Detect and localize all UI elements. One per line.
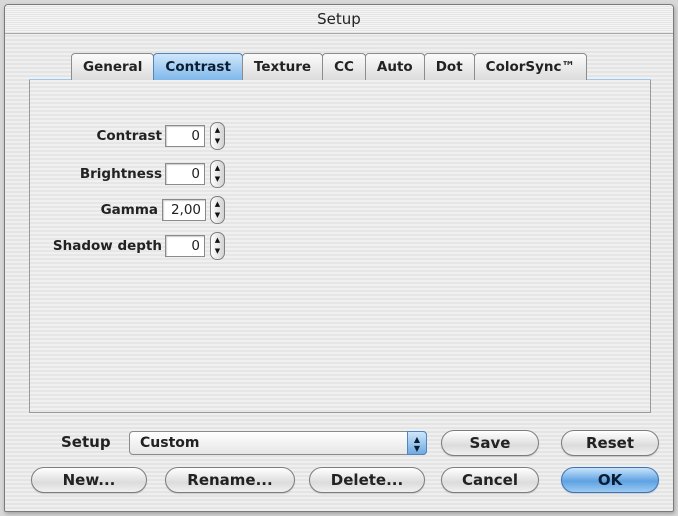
setup-popup-value: Custom <box>140 435 200 451</box>
setup-label: Setup <box>61 433 111 451</box>
contrast-label: Contrast <box>96 128 162 144</box>
tab-cc[interactable]: CC <box>322 53 366 80</box>
ok-button[interactable]: OK <box>561 467 659 493</box>
gamma-stepper[interactable]: ▲ ▼ <box>210 196 225 224</box>
reset-button[interactable]: Reset <box>561 430 659 456</box>
stepper-down-icon[interactable]: ▼ <box>213 246 222 257</box>
popup-arrows-icon[interactable]: ▲ ▼ <box>407 431 427 455</box>
stepper-up-icon[interactable]: ▲ <box>213 163 222 174</box>
stepper-up-icon[interactable]: ▲ <box>213 235 222 246</box>
shadow-depth-stepper[interactable]: ▲ ▼ <box>210 232 225 260</box>
tab-auto[interactable]: Auto <box>364 53 425 80</box>
brightness-row: Brightness <box>30 162 162 186</box>
tab-texture[interactable]: Texture <box>241 53 324 80</box>
stepper-up-icon[interactable]: ▲ <box>213 125 222 136</box>
delete-button[interactable]: Delete... <box>309 467 425 493</box>
save-button[interactable]: Save <box>441 430 539 456</box>
tab-general[interactable]: General <box>71 53 155 80</box>
shadow-depth-label: Shadow depth <box>52 238 162 254</box>
gamma-row: Gamma <box>30 198 158 222</box>
tab-colorsync[interactable]: ColorSync™ <box>473 53 588 80</box>
brightness-field[interactable]: 0 <box>165 163 205 185</box>
stepper-up-icon[interactable]: ▲ <box>213 199 222 210</box>
new-button[interactable]: New... <box>31 467 147 493</box>
title-bar[interactable]: Setup <box>5 5 673 34</box>
shadow-depth-field[interactable]: 0 <box>165 235 205 257</box>
stepper-down-icon[interactable]: ▼ <box>213 136 222 147</box>
tab-bar: General Contrast Texture CC Auto Dot Col… <box>71 53 588 81</box>
setup-popup[interactable]: Custom ▲ ▼ <box>129 431 427 455</box>
rename-button[interactable]: Rename... <box>165 467 295 493</box>
gamma-field[interactable]: 2,00 <box>162 199 206 221</box>
tab-dot[interactable]: Dot <box>423 53 475 80</box>
cancel-button[interactable]: Cancel <box>441 467 539 493</box>
setup-window: Setup General Contrast Texture CC Auto D… <box>4 4 674 512</box>
tab-contrast[interactable]: Contrast <box>153 53 243 80</box>
brightness-label: Brightness <box>79 166 162 182</box>
stepper-down-icon[interactable]: ▼ <box>213 210 222 221</box>
window-title: Setup <box>317 10 361 28</box>
contrast-stepper[interactable]: ▲ ▼ <box>210 122 225 150</box>
gamma-label: Gamma <box>100 202 158 218</box>
contrast-field[interactable]: 0 <box>165 125 205 147</box>
contrast-tab-panel: Contrast 0 ▲ ▼ Brightness 0 ▲ ▼ Gamma 2,… <box>29 80 651 413</box>
shadow-depth-row: Shadow depth <box>30 234 162 258</box>
contrast-row: Contrast <box>30 124 162 148</box>
brightness-stepper[interactable]: ▲ ▼ <box>210 160 225 188</box>
stepper-down-icon[interactable]: ▼ <box>213 174 222 185</box>
